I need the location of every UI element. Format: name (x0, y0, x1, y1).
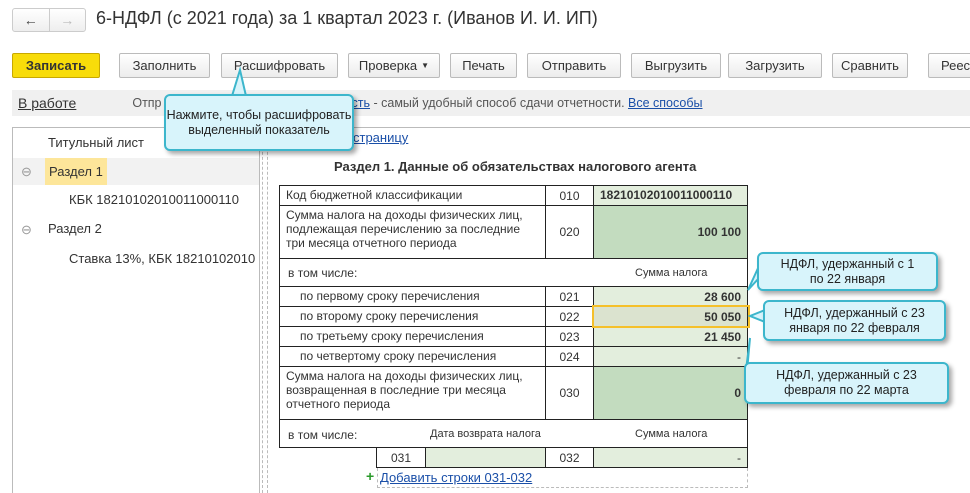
return-sum-field[interactable]: - (593, 447, 748, 468)
code-031: 031 (376, 447, 426, 468)
add-rows-link[interactable]: Добавить строки 031-032 (380, 470, 532, 485)
term-code: 024 (545, 346, 594, 367)
term-label: по первому сроку перечисления (279, 286, 546, 307)
kbk-code: 010 (545, 185, 594, 206)
status-link[interactable]: В работе (18, 95, 76, 111)
term-code: 023 (545, 326, 594, 347)
callout-third-term: НДФЛ, удержанный с 23 февраля по 22 март… (744, 362, 949, 404)
code-032: 032 (545, 447, 594, 468)
tax-sum-header-2: Сумма налога (635, 428, 708, 440)
tree-item-section-2[interactable]: Раздел 2 (48, 221, 102, 236)
collapse-icon[interactable]: ⊖ (21, 222, 32, 238)
send-method-link[interactable]: сть (352, 96, 371, 110)
term-code: 021 (545, 286, 594, 307)
collapse-icon[interactable]: ⊖ (21, 164, 32, 180)
return-date-header: Дата возврата налога (430, 428, 541, 440)
import-button[interactable]: Загрузить (728, 53, 822, 78)
back-icon[interactable]: ← (13, 9, 49, 31)
sum-value[interactable]: 100 100 (593, 205, 748, 259)
forward-icon[interactable]: → (48, 9, 86, 31)
section-heading: Раздел 1. Данные об обязательствах налог… (334, 159, 697, 174)
page-title: 6-НДФЛ (с 2021 года) за 1 квартал 2023 г… (96, 8, 598, 28)
fill-button[interactable]: Заполнить (119, 53, 210, 78)
term-label: по четвертому сроку перечисления (279, 346, 546, 367)
term-label: по второму сроку перечисления (279, 306, 546, 327)
dropdown-icon: ▼ (421, 61, 430, 70)
incl-row-2: в том числе: Дата возврата налога Сумма … (279, 419, 748, 448)
check-button[interactable]: Проверка ▼ (348, 53, 440, 78)
term-label: по третьему сроку перечисления (279, 326, 546, 347)
sum-label: Сумма налога на доходы физических лиц, п… (279, 205, 546, 259)
term-code: 022 (545, 306, 594, 327)
all-methods-link[interactable]: Все способы (628, 96, 702, 110)
status-bar: В работе Отпр сть - самый удобный способ… (12, 90, 970, 116)
selected-cell-highlight (592, 305, 750, 328)
status-text-prefix: Отпр (132, 96, 162, 110)
return-label: Сумма налога на доходы физических лиц, в… (279, 366, 546, 420)
page-link[interactable]: страницу (353, 130, 408, 145)
return-value[interactable]: 0 (593, 366, 748, 420)
callout-first-term: НДФЛ, удержанный с 1 по 22 января (757, 252, 938, 291)
incl-label: в том числе: (288, 265, 358, 280)
kbk-label: Код бюджетной классификации (279, 185, 546, 206)
tree-item-kbk[interactable]: КБК 18210102010011000110 (69, 192, 239, 207)
tree-item-rate[interactable]: Ставка 13%, КБК 18210102010 (69, 251, 259, 266)
plus-icon: + (366, 468, 375, 484)
term-value[interactable]: - (593, 346, 748, 367)
term-value[interactable]: 28 600 (593, 286, 748, 307)
tree-item-title-page[interactable]: Титульный лист (48, 135, 144, 150)
sections-tree: Титульный лист ⊖ Раздел 1 КБК 1821010201… (12, 127, 260, 493)
decode-button[interactable]: Расшифровать (221, 53, 338, 78)
export-button[interactable]: Выгрузить (631, 53, 721, 78)
tax-sum-header: Сумма налога (635, 266, 708, 279)
return-date-field[interactable] (425, 447, 546, 468)
return-code: 030 (545, 366, 594, 420)
callout-second-term: НДФЛ, удержанный с 23 января по 22 февра… (763, 300, 946, 341)
incl-label-2: в том числе: (288, 428, 358, 442)
print-button[interactable]: Печать (450, 53, 517, 78)
status-text: - самый удобный способ сдачи отчетности. (370, 96, 629, 110)
decode-tooltip: Нажмите, чтобы расшифровать выделенный п… (164, 94, 354, 151)
send-button[interactable]: Отправить (527, 53, 621, 78)
sum-code: 020 (545, 205, 594, 259)
registry-button[interactable]: Реестр (928, 53, 970, 78)
kbk-value[interactable]: 18210102010011000110 (593, 185, 748, 206)
compare-button[interactable]: Сравнить (832, 53, 908, 78)
check-label: Проверка (358, 58, 418, 73)
term-value[interactable]: 21 450 (593, 326, 748, 347)
nav-buttons: ← → (12, 8, 86, 32)
save-button[interactable]: Записать (12, 53, 100, 78)
incl-row: в том числе: Сумма налога (279, 258, 748, 287)
tree-item-section-1[interactable]: Раздел 1 (45, 158, 107, 185)
